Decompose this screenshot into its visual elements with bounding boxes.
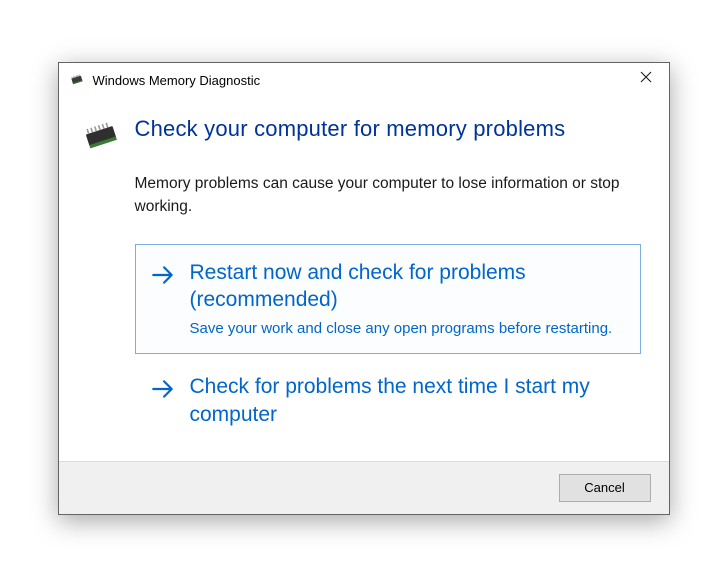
- option-title: Restart now and check for problems (reco…: [190, 259, 624, 314]
- option-title: Check for problems the next time I start…: [190, 373, 624, 428]
- memory-chip-icon: [81, 117, 121, 155]
- arrow-right-icon: [150, 262, 176, 288]
- option-restart-now[interactable]: Restart now and check for problems (reco…: [135, 244, 641, 354]
- dialog-description: Memory problems can cause your computer …: [135, 173, 641, 218]
- window-title: Windows Memory Diagnostic: [93, 73, 261, 88]
- cancel-button[interactable]: Cancel: [559, 474, 651, 502]
- memory-chip-icon: [69, 72, 85, 88]
- dialog-heading: Check your computer for memory problems: [135, 115, 566, 143]
- dialog-content: Check your computer for memory problems …: [59, 97, 669, 461]
- button-bar: Cancel: [59, 461, 669, 514]
- titlebar: Windows Memory Diagnostic: [59, 63, 669, 97]
- arrow-right-icon: [150, 376, 176, 402]
- close-icon: [640, 70, 652, 88]
- close-button[interactable]: [623, 63, 669, 95]
- option-subtitle: Save your work and close any open progra…: [190, 318, 624, 340]
- option-next-start[interactable]: Check for problems the next time I start…: [135, 358, 641, 443]
- command-link-list: Restart now and check for problems (reco…: [135, 244, 641, 443]
- memory-diagnostic-dialog: Windows Memory Diagnostic: [58, 62, 670, 515]
